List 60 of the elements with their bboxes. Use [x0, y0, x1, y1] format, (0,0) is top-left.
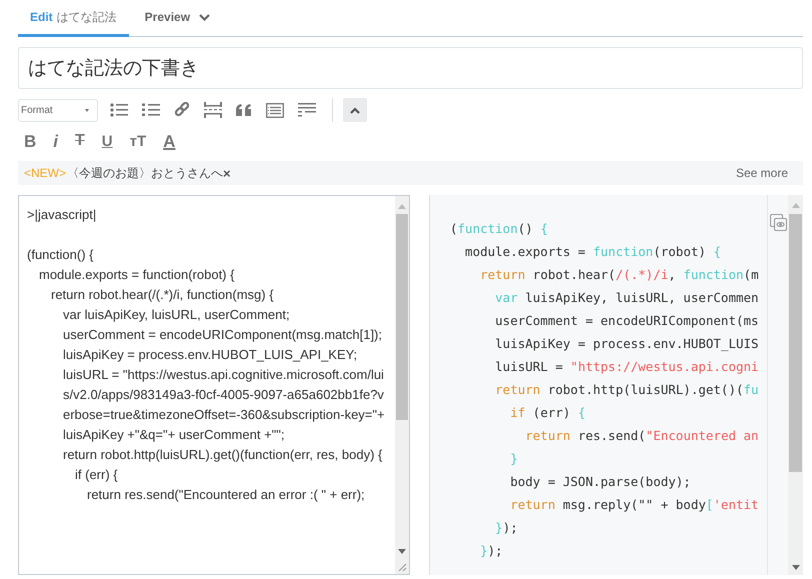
editor-scrollbar[interactable] [395, 196, 409, 574]
code-line: module.exports = function(robot) { [464, 243, 721, 261]
topic-link[interactable]: 〈今週のお題〉おとうさんへ [67, 164, 224, 182]
close-button[interactable]: × [223, 166, 231, 180]
numbered-list-icon[interactable] [142, 103, 160, 117]
code-line: luisURL = "https://westus.api.cogni [494, 358, 759, 376]
italic-button[interactable]: i [53, 132, 58, 150]
code-line: return robot.http(luisURL).get()(function(err, res, body) { [62, 446, 384, 464]
code-line: userComment = encodeURIComponent(ms [494, 312, 759, 330]
strikethrough-button[interactable]: T [75, 133, 85, 149]
table-of-contents-icon[interactable] [298, 103, 316, 117]
code-line: return res.send("Encountered an error :( " + err); [86, 486, 366, 504]
code-line: return res.send("Encountered an [524, 427, 759, 445]
see-more-link[interactable]: See more [736, 164, 788, 182]
code-line: (function() { [27, 246, 94, 264]
font-size-button[interactable]: тT [130, 134, 146, 148]
title-field[interactable]: はてな記法の下書き [18, 47, 803, 89]
table-list-icon[interactable] [266, 102, 284, 118]
quote-icon[interactable] [236, 104, 252, 116]
collapse-toolbar-button[interactable] [343, 98, 367, 122]
format-select[interactable]: Format [18, 98, 98, 122]
code-line: if (err) { [74, 466, 119, 484]
editor-textarea[interactable] [18, 195, 410, 575]
scrollbar-thumb[interactable] [789, 214, 802, 472]
code-line: }); [494, 519, 518, 537]
code-line: }); [479, 542, 503, 560]
code-line: (function() { [450, 220, 548, 238]
editor-tab[interactable]: Preview [132, 0, 222, 37]
code-line: var luisApiKey, luisURL, userCommen [494, 289, 759, 307]
code-line: luisApiKey = process.env.HUBOT_LUIS_API_KEY; [62, 346, 358, 364]
preview-toggle-icon[interactable] [770, 214, 786, 231]
code-line: return robot.hear(/(.*)/i, function(m [479, 266, 759, 284]
caret-icon [85, 108, 89, 112]
chevron-down-icon [199, 14, 210, 20]
bullet-list-icon[interactable] [110, 103, 128, 117]
code-line: return robot.hear(/(.*)/i, function(msg) { [50, 286, 275, 304]
chevron-up-icon [350, 106, 360, 114]
code-line: luisApiKey = process.env.HUBOT_LUIS [494, 335, 759, 353]
code-line: if (err) { [509, 404, 586, 422]
scroll-down-icon[interactable] [398, 549, 406, 554]
editor-tab[interactable]: Edit はてな記法 [18, 0, 129, 37]
code-line: >|javascript| [27, 206, 98, 224]
code-line: luisURL = "https://westus.api.cognitive.microsoft.com/luis/v2.0/apps/983149a3-f0cf-4005-9097-a65a602bb1fe?verbose=true&timezoneOffset=-360&subscription-key="+ luisApiKey +"&q="+ userComment +""; [62, 366, 386, 444]
code-line: module.exports = function(robot) { [38, 266, 236, 284]
text-color-button[interactable]: A [163, 132, 176, 150]
page-break-icon[interactable] [204, 102, 222, 118]
code-line: var luisApiKey, luisURL, userComment; [62, 306, 291, 324]
code-line: } [509, 450, 518, 468]
underline-button[interactable]: U [102, 134, 113, 148]
bold-button[interactable]: B [24, 132, 36, 150]
code-line: return robot.http(luisURL).get()(fu [494, 381, 759, 399]
scroll-down-icon[interactable] [792, 565, 800, 570]
scrollbar-thumb[interactable] [396, 214, 408, 420]
code-line: userComment = encodeURIComponent(msg.match[1]); [62, 326, 383, 344]
code-line: return msg.reply("" + body['entit [509, 496, 759, 514]
resize-grip-icon[interactable] [398, 563, 407, 572]
link-icon[interactable] [174, 102, 190, 118]
code-line: body = JSON.parse(body); [509, 473, 691, 491]
preview-scrollbar[interactable] [788, 195, 803, 575]
new-label: <NEW> [24, 165, 66, 182]
